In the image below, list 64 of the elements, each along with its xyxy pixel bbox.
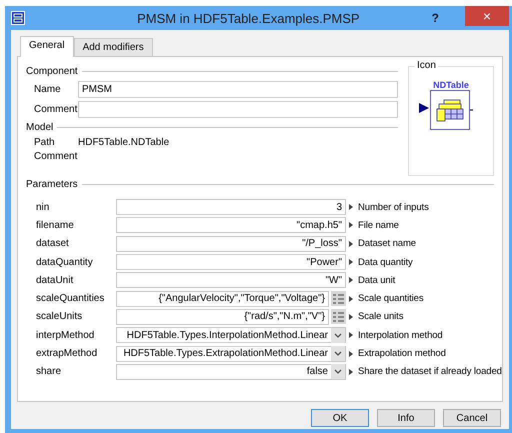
parameter-name: extrapMethod	[36, 348, 98, 360]
menu-arrow-icon[interactable]	[349, 368, 353, 375]
dropdown-caret-icon	[331, 346, 345, 362]
parameter-name: dataUnit	[36, 274, 74, 286]
section-heading: Component	[26, 66, 78, 76]
parameter-description: Share the dataset if already loaded	[358, 366, 502, 378]
parameter-name: interpMethod	[36, 330, 96, 341]
parameter-dropdown[interactable]: HDF5Table.Types.ExtrapolationMethod.Linear	[116, 346, 346, 362]
parameter-field[interactable]: {"AngularVelocity","Torque","Voltage"}	[116, 290, 329, 307]
parameter-field[interactable]: "cmap.h5"	[116, 217, 346, 234]
parameter-description: Number of inputs	[358, 202, 429, 213]
dialog-button[interactable]: Cancel	[443, 409, 501, 427]
parameter-description: Scale units	[358, 311, 404, 322]
field-label: Comment	[34, 150, 78, 162]
parameter-name: scaleQuantities	[36, 293, 106, 304]
parameter-description: Data quantity	[358, 256, 413, 268]
tab[interactable]: General	[20, 36, 74, 57]
name-field[interactable]: PMSM	[78, 80, 398, 98]
menu-arrow-icon[interactable]	[349, 314, 353, 320]
help-button[interactable]: ?	[432, 11, 439, 25]
menu-arrow-icon[interactable]	[349, 296, 353, 302]
parameter-description: Data unit	[358, 274, 396, 286]
parameter-description: File name	[358, 220, 399, 231]
parameter-field[interactable]: "Power"	[116, 254, 346, 270]
tab[interactable]: Add modifiers	[74, 38, 153, 56]
parameter-description: Dataset name	[358, 238, 416, 250]
field-label: Comment	[34, 104, 78, 114]
parameter-description: Extrapolation method	[358, 348, 446, 360]
parameter-name: dataset	[36, 238, 70, 250]
close-button[interactable]: ×	[465, 6, 509, 26]
parameter-description: Interpolation method	[358, 330, 443, 341]
parameter-name: nin	[36, 202, 50, 213]
icon-label: NDTable	[433, 80, 469, 90]
parameter-name: dataQuantity	[36, 256, 94, 268]
menu-arrow-icon[interactable]	[349, 204, 353, 210]
parameter-name: share	[36, 366, 62, 378]
app-icon	[11, 11, 25, 25]
parameter-field[interactable]: 3	[116, 199, 346, 216]
parameter-description: Scale quantities	[358, 293, 424, 304]
dropdown-caret-icon	[331, 328, 345, 343]
window-title: PMSM in HDF5Table.Examples.PMSP	[136, 10, 361, 26]
field-label: Name	[34, 84, 62, 94]
parameter-field[interactable]: "/P_loss"	[116, 236, 346, 252]
section-heading: Icon	[415, 60, 438, 71]
dialog-button[interactable]: Info	[377, 409, 435, 427]
parameter-field[interactable]: "W"	[116, 272, 346, 288]
parameter-field[interactable]: {"rad/s","N.m","V"}	[116, 308, 329, 325]
parameter-name: scaleUnits	[36, 311, 84, 322]
menu-arrow-icon[interactable]	[349, 259, 353, 266]
parameter-name: filename	[36, 220, 75, 231]
parameter-dropdown[interactable]: HDF5Table.Types.InterpolationMethod.Linear	[116, 327, 346, 344]
parameter-dropdown[interactable]: false	[116, 364, 346, 380]
dropdown-caret-icon	[331, 364, 345, 380]
comment-field[interactable]	[78, 100, 398, 118]
section-heading: Model	[26, 122, 54, 132]
section-heading: Parameters	[26, 178, 78, 190]
dialog-button[interactable]: OK	[311, 409, 369, 427]
path-value: HDF5Table.NDTable	[78, 136, 170, 148]
menu-arrow-icon[interactable]	[349, 222, 353, 228]
menu-arrow-icon[interactable]	[349, 240, 353, 247]
field-label: Path	[34, 136, 56, 148]
menu-arrow-icon[interactable]	[349, 332, 353, 338]
menu-arrow-icon[interactable]	[349, 350, 353, 357]
menu-arrow-icon[interactable]	[349, 277, 353, 284]
